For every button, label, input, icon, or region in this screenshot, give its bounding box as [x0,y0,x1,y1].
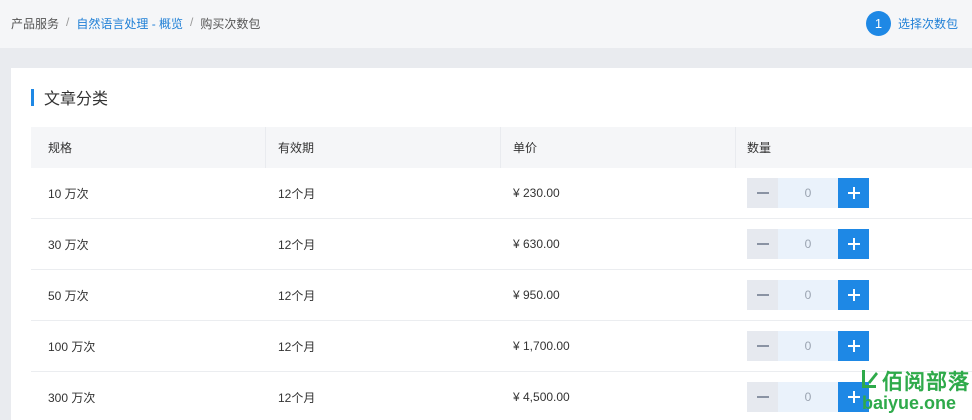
table-row: 100 万次 12个月 ¥ 1,700.00 0 [31,321,972,372]
quantity-input[interactable]: 0 [778,178,838,208]
minus-icon [756,243,769,245]
table-row: 30 万次 12个月 ¥ 630.00 0 [31,219,972,270]
increment-button[interactable] [838,280,869,310]
title-accent-bar [31,88,34,106]
row-spec: 300 万次 [48,390,96,405]
step-number-badge: 1 [866,11,891,36]
minus-icon [756,192,769,194]
quantity-stepper: 0 [747,280,869,310]
table-row: 300 万次 12个月 ¥ 4,500.00 0 [31,372,972,420]
row-spec: 30 万次 [48,237,89,252]
increment-button[interactable] [838,229,869,259]
quantity-stepper: 0 [747,382,869,412]
package-table: 规格 有效期 单价 数量 10 万次 12个月 ¥ 230.00 0 30 万次… [31,127,972,420]
row-spec: 100 万次 [48,339,96,354]
step-label: 选择次数包 [898,17,959,31]
quantity-input[interactable]: 0 [778,331,838,361]
minus-icon [756,345,769,347]
header-validity: 有效期 [266,127,501,168]
breadcrumb-item-nlp-overview[interactable]: 自然语言处理 - 概览 [76,15,183,32]
row-price: ¥ 230.00 [513,186,560,200]
leaf-logo-icon [862,370,878,388]
header-spec: 规格 [31,127,266,168]
row-quantity-cell: 0 [736,270,972,320]
top-bar: 产品服务 / 自然语言处理 - 概览 / 购买次数包 1 选择次数包 [0,0,972,48]
watermark-en-text: baiyue.one [862,393,957,413]
breadcrumb-separator: / [190,15,194,29]
table-row: 10 万次 12个月 ¥ 230.00 0 [31,168,972,219]
breadcrumb: 产品服务 / 自然语言处理 - 概览 / 购买次数包 [11,15,260,32]
decrement-button[interactable] [747,178,778,208]
watermark: 佰阅部落 baiyue.one [860,366,972,418]
row-spec: 10 万次 [48,186,89,201]
increment-button[interactable] [838,178,869,208]
quantity-stepper: 0 [747,178,869,208]
row-validity: 12个月 [278,288,316,303]
minus-icon [756,294,769,296]
decrement-button[interactable] [747,280,778,310]
quantity-input[interactable]: 0 [778,382,838,412]
quantity-input[interactable]: 0 [778,280,838,310]
step-indicator: 1 选择次数包 [866,11,958,36]
decrement-button[interactable] [747,382,778,412]
watermark-cn-text: 佰阅部落 [882,371,970,394]
row-price: ¥ 630.00 [513,237,560,251]
row-validity: 12个月 [278,186,316,201]
section-title-text: 文章分类 [44,91,109,108]
row-spec: 50 万次 [48,288,89,303]
row-price: ¥ 1,700.00 [513,339,570,353]
row-quantity-cell: 0 [736,321,972,371]
row-quantity-cell: 0 [736,168,972,218]
header-quantity: 数量 [747,141,772,155]
table-row: 50 万次 12个月 ¥ 950.00 0 [31,270,972,321]
header-price: 单价 [501,127,736,168]
quantity-stepper: 0 [747,229,869,259]
decrement-button[interactable] [747,331,778,361]
package-card: 文章分类 规格 有效期 单价 数量 10 万次 12个月 ¥ 230.00 0 … [11,68,972,420]
row-validity: 12个月 [278,237,316,252]
breadcrumb-item-product-services[interactable]: 产品服务 [11,15,59,32]
quantity-stepper: 0 [747,331,869,361]
breadcrumb-item-current: 购买次数包 [200,17,261,31]
row-validity: 12个月 [278,339,316,354]
section-title: 文章分类 [31,88,109,108]
decrement-button[interactable] [747,229,778,259]
table-header-row: 规格 有效期 单价 数量 [31,127,972,168]
row-price: ¥ 4,500.00 [513,390,570,404]
row-price: ¥ 950.00 [513,288,560,302]
row-quantity-cell: 0 [736,219,972,269]
minus-icon [756,396,769,398]
row-validity: 12个月 [278,390,316,405]
increment-button[interactable] [838,331,869,361]
breadcrumb-separator: / [66,15,70,29]
quantity-input[interactable]: 0 [778,229,838,259]
